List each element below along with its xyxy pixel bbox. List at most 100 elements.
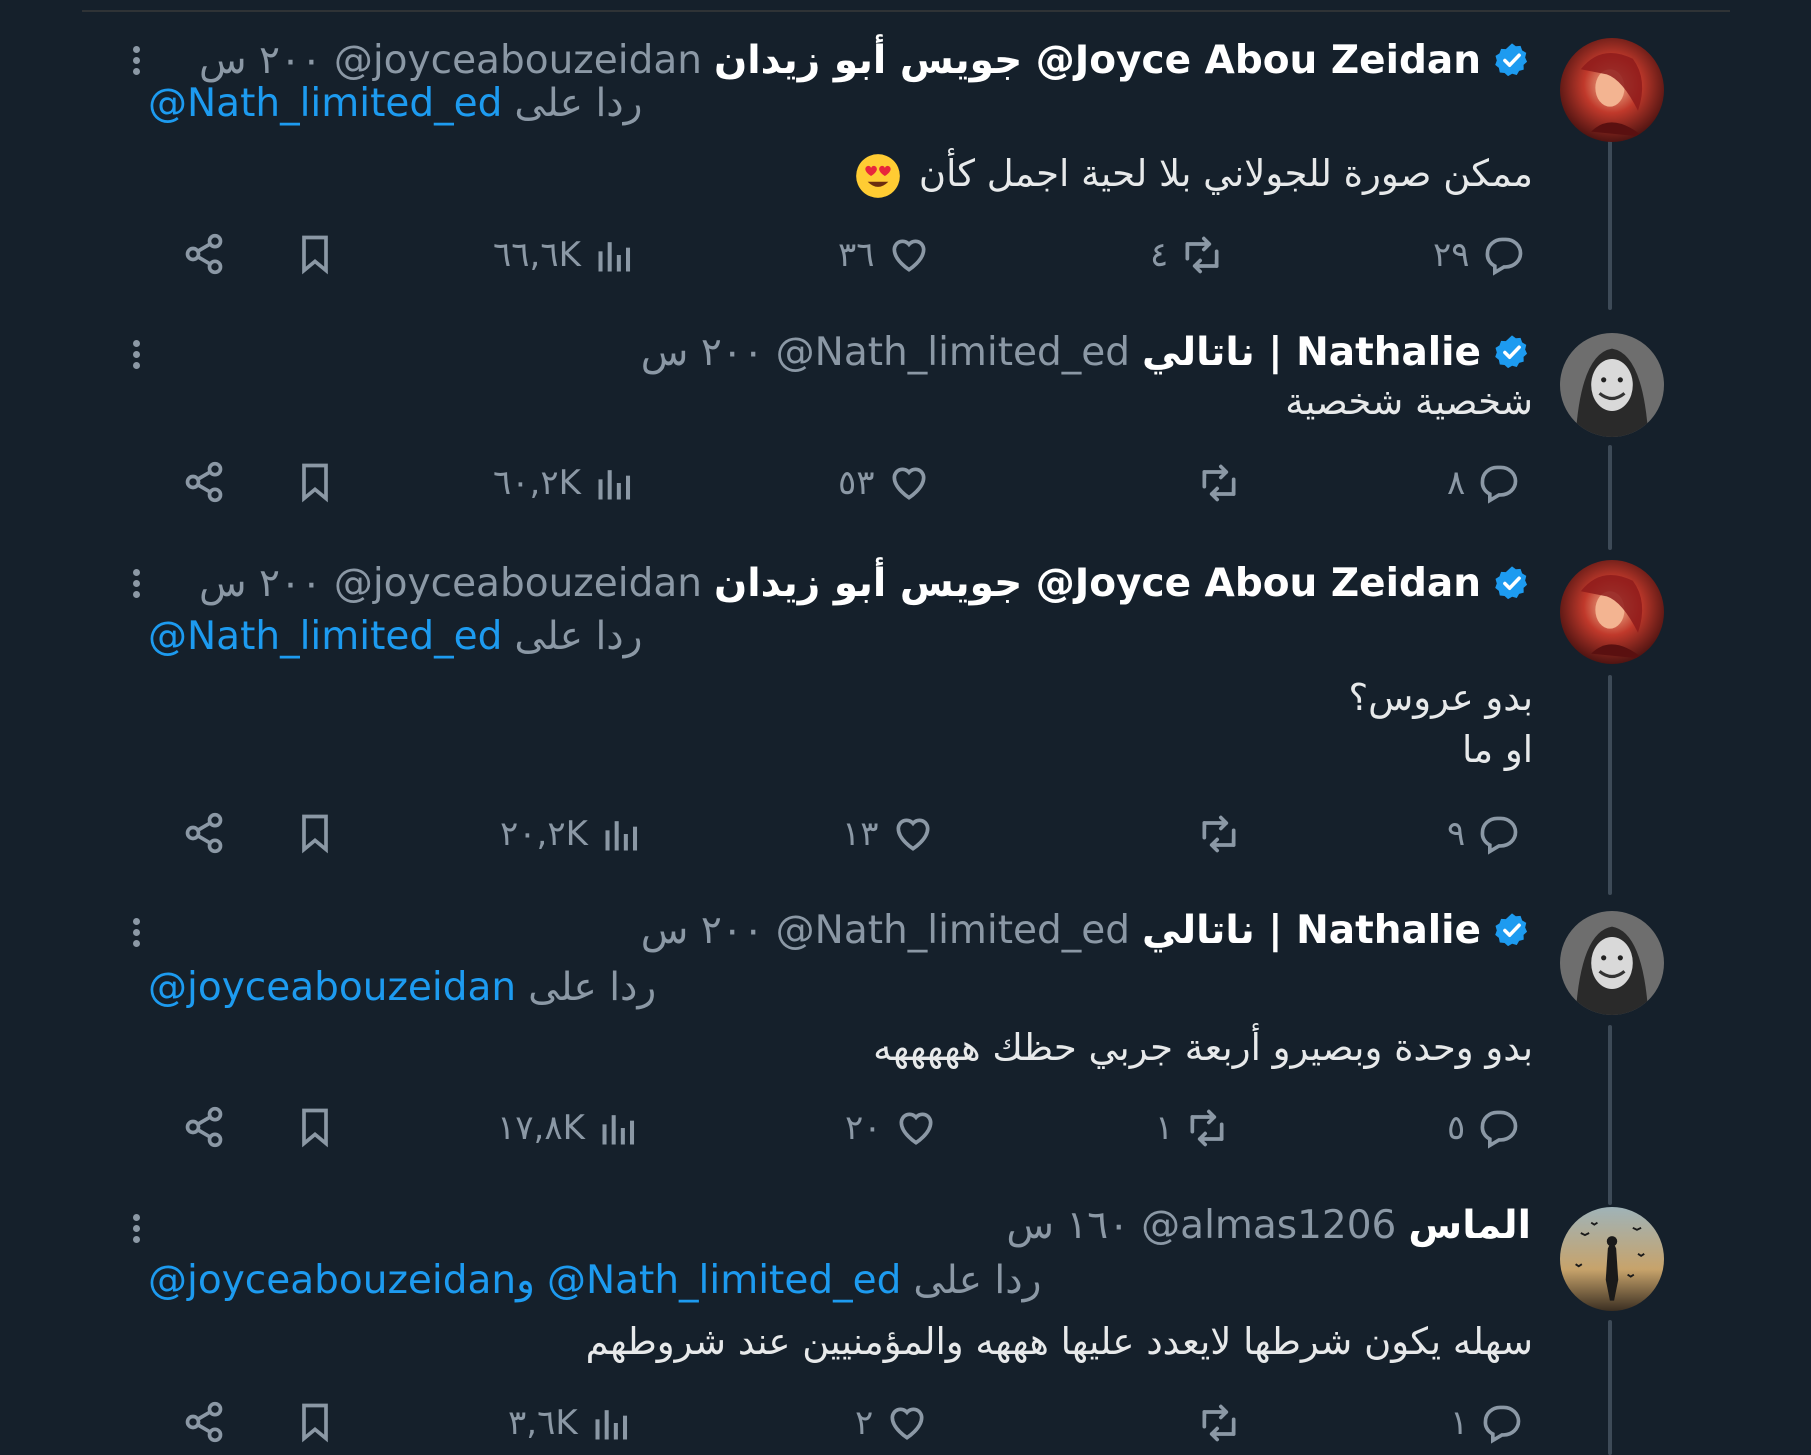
more-options-icon[interactable] — [121, 42, 151, 82]
retweet-button[interactable] — [1185, 809, 1241, 859]
views-button[interactable]: ٣,٦K — [508, 1398, 634, 1448]
like-button[interactable]: ٥٣ — [838, 458, 931, 508]
user-handle[interactable]: @joyceabouzeidan — [334, 38, 702, 83]
retweet-icon — [1202, 464, 1236, 502]
verified-badge-icon — [1495, 43, 1528, 77]
retweet-icon — [1202, 1404, 1236, 1442]
user-handle[interactable]: @almas1206 — [1141, 1203, 1396, 1248]
reply-mention[interactable]: @Nath_limited_ed — [547, 1258, 901, 1303]
more-options-icon[interactable] — [121, 565, 151, 605]
reply-context: @joyceabouzeidan ردا على — [148, 962, 656, 1012]
like-count: ٥٣ — [838, 463, 875, 503]
tweet-text-line: ممكن صورة للجولاني بلا لحية اجمل كأن — [918, 152, 1533, 195]
verified-badge-icon — [1495, 335, 1528, 369]
user-handle[interactable]: @Nath_limited_ed — [776, 908, 1130, 953]
views-button[interactable]: ٦٦,٦K — [493, 230, 637, 280]
bookmark-icon[interactable] — [293, 232, 343, 282]
reply-label: ردا على — [514, 80, 643, 126]
share-icon[interactable] — [182, 1400, 232, 1450]
views-chart-icon — [598, 470, 630, 500]
reply-count: ١ — [1450, 1403, 1469, 1443]
share-icon[interactable] — [182, 811, 232, 861]
tweet-text: سهله يكون شرطها لايعدد عليها هههه والمؤم… — [383, 1316, 1533, 1368]
more-options-icon[interactable] — [121, 336, 151, 376]
reply-count: ٢٩ — [1433, 235, 1470, 275]
reply-mention[interactable]: @Nath_limited_ed — [148, 81, 502, 126]
user-handle[interactable]: @Nath_limited_ed — [776, 330, 1130, 375]
views-chart-icon — [605, 821, 637, 851]
avatar[interactable] — [1560, 1207, 1664, 1311]
retweet-button[interactable] — [1185, 458, 1241, 508]
like-count: ٢٠ — [845, 1108, 882, 1148]
reply-button[interactable]: ١ — [1450, 1398, 1524, 1448]
avatar[interactable] — [1560, 560, 1664, 664]
user-name[interactable]: ناتالي | Nathalie — [1142, 908, 1481, 953]
reply-count: ٥ — [1447, 1108, 1466, 1148]
like-button[interactable]: ٣٦ — [838, 230, 931, 280]
reply-button[interactable]: ٢٩ — [1433, 230, 1526, 280]
reply-button[interactable]: ٨ — [1447, 458, 1521, 508]
thread-line — [1608, 1025, 1612, 1205]
retweet-count: ٤ — [1150, 235, 1169, 275]
share-icon[interactable] — [182, 232, 232, 282]
reply-mention[interactable]: @joyceabouzeidanو — [148, 1258, 535, 1303]
user-name[interactable]: جويس أبو زيدان @Joyce Abou Zeidan — [714, 561, 1481, 606]
retweet-icon — [1190, 1109, 1224, 1147]
reply-mention[interactable]: @joyceabouzeidan — [148, 965, 516, 1010]
reply-count: ٨ — [1447, 463, 1466, 503]
like-button[interactable]: ٢٠ — [845, 1103, 938, 1153]
comment-icon — [1480, 816, 1518, 855]
heart-icon — [892, 467, 926, 500]
views-count: ٦٠,٢K — [493, 463, 581, 503]
reply-button[interactable]: ٥ — [1447, 1103, 1521, 1153]
views-chart-icon — [595, 1410, 627, 1440]
views-button[interactable]: ٢٠,٢K — [500, 809, 644, 859]
views-button[interactable]: ١٧,٨K — [497, 1103, 641, 1153]
tweet-time: ٢٠٠ س — [198, 560, 322, 606]
share-icon[interactable] — [182, 1105, 232, 1155]
views-button[interactable]: ٦٠,٢K — [493, 458, 637, 508]
user-name[interactable]: الماس — [1408, 1203, 1531, 1248]
retweet-button[interactable]: ٤ — [1150, 230, 1224, 280]
share-icon[interactable] — [182, 460, 232, 510]
bookmark-icon[interactable] — [293, 811, 343, 861]
reply-label: ردا على — [913, 1257, 1042, 1303]
avatar[interactable] — [1560, 911, 1664, 1015]
avatar[interactable] — [1560, 333, 1664, 437]
retweet-count: ١ — [1155, 1108, 1174, 1148]
user-handle[interactable]: @joyceabouzeidan — [334, 561, 702, 606]
tweet-time: ١٦٠ س — [1006, 1202, 1130, 1248]
comment-icon — [1485, 237, 1522, 276]
retweet-button[interactable]: ١ — [1155, 1103, 1229, 1153]
reply-context: @Nath_limited_ed ردا على — [148, 78, 643, 128]
user-name[interactable]: جويس أبو زيدان @Joyce Abou Zeidan — [714, 38, 1481, 83]
reply-mention[interactable]: @Nath_limited_ed — [148, 614, 502, 659]
views-count: ٣,٦K — [508, 1403, 578, 1443]
views-count: ٦٦,٦K — [493, 235, 581, 275]
tweet-text-line: بدو عروس؟ — [1348, 676, 1533, 719]
bookmark-icon[interactable] — [293, 1105, 343, 1155]
bookmark-icon[interactable] — [293, 460, 343, 510]
comment-icon — [1483, 1405, 1521, 1444]
like-button[interactable]: ٢ — [855, 1398, 929, 1448]
heart-eyes-emoji-icon — [856, 153, 901, 198]
verified-badge-icon — [1495, 566, 1528, 600]
reply-count: ٩ — [1447, 814, 1466, 854]
views-chart-icon — [602, 1115, 634, 1145]
tweet-header: ٢٠٠ س @joyceabouzeidan جويس أبو زيدان @J… — [199, 555, 1531, 611]
comment-icon — [1480, 465, 1518, 504]
user-name[interactable]: ناتالي | Nathalie — [1142, 330, 1481, 375]
reply-button[interactable]: ٩ — [1447, 809, 1521, 859]
avatar[interactable] — [1560, 38, 1664, 142]
tweet-time: ٢٠٠ س — [640, 907, 764, 953]
like-button[interactable]: ١٣ — [842, 809, 935, 859]
heart-icon — [899, 1112, 933, 1145]
views-chart-icon — [598, 242, 630, 272]
tweet-header: ٢٠٠ س @Nath_limited_ed ناتالي | Nathalie — [641, 324, 1531, 380]
tweet-text-line: او ما — [1461, 728, 1533, 771]
more-options-icon[interactable] — [121, 1210, 151, 1250]
more-options-icon[interactable] — [121, 914, 151, 954]
retweet-button[interactable] — [1185, 1398, 1241, 1448]
tweet-text: شخصية شخصية — [383, 376, 1533, 428]
bookmark-icon[interactable] — [293, 1400, 343, 1450]
